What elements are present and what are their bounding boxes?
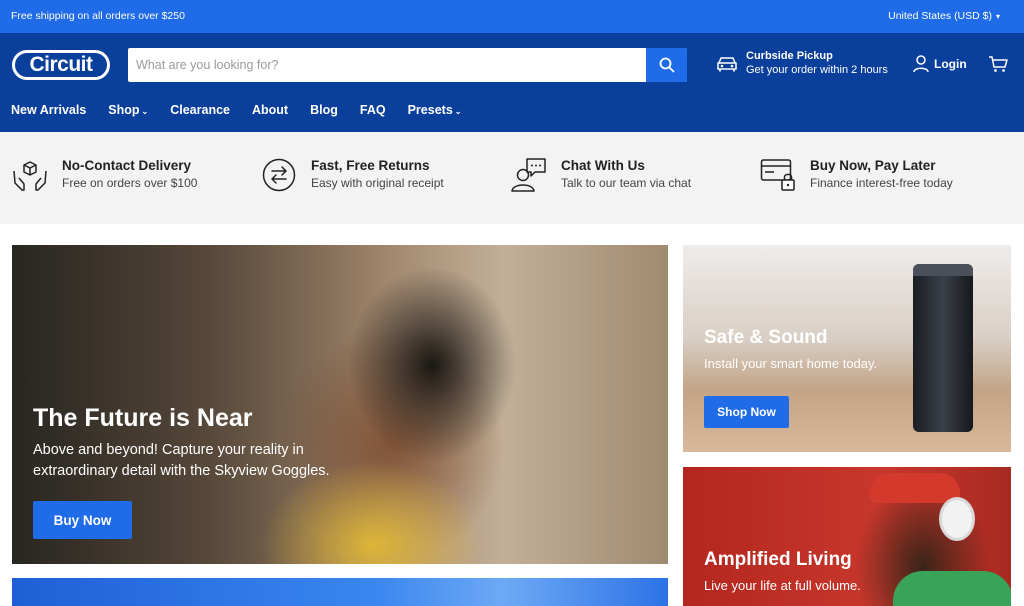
- shop-now-button[interactable]: Shop Now: [704, 396, 789, 428]
- nav-label: About: [252, 103, 289, 117]
- headphone-cup-image: [939, 497, 975, 541]
- nav-new-arrivals[interactable]: New Arrivals: [11, 103, 86, 117]
- nav-label: Clearance: [170, 103, 230, 117]
- promo-card-amplified-living[interactable]: Amplified Living Live your life at full …: [683, 467, 1011, 606]
- hero-title: The Future is Near: [33, 404, 253, 432]
- search-bar: [128, 48, 687, 82]
- cart-button[interactable]: [988, 55, 1008, 78]
- nav-presets[interactable]: Presets ⌄: [408, 103, 462, 117]
- feature-title: Chat With Us: [561, 158, 645, 173]
- nav-clearance[interactable]: Clearance: [170, 103, 230, 117]
- nav-label: New Arrivals: [11, 103, 87, 117]
- feature-item: Chat With Us Talk to our team via chat: [511, 157, 691, 193]
- curbside-pickup[interactable]: Curbside Pickup Get your order within 2 …: [716, 50, 888, 77]
- nav-about[interactable]: About: [252, 103, 288, 117]
- features-strip: No-Contact Delivery Free on orders over …: [0, 132, 1024, 224]
- search-icon: [659, 57, 674, 73]
- feature-subtitle: Easy with original receipt: [311, 176, 444, 190]
- feature-item: No-Contact Delivery Free on orders over …: [12, 157, 197, 193]
- promo-card-safe-sound[interactable]: Safe & Sound Install your smart home tod…: [683, 245, 1011, 452]
- feature-subtitle: Free on orders over $100: [62, 176, 198, 190]
- chevron-down-icon: ⌄: [141, 106, 149, 116]
- feature-item: Fast, Free Returns Easy with original re…: [261, 157, 444, 193]
- promo-title: Amplified Living: [704, 549, 852, 570]
- person-image: [893, 571, 1011, 606]
- secondary-banner[interactable]: [12, 578, 668, 606]
- feature-title: No-Contact Delivery: [62, 158, 192, 173]
- hero-content: The Future is Near Above and beyond! Cap…: [33, 403, 363, 482]
- hands-box-icon: [13, 161, 47, 191]
- hero-text: Above and beyond! Capture your reality i…: [33, 442, 330, 479]
- chevron-down-icon: ▾: [995, 11, 1000, 21]
- promo-content: Safe & Sound Install your smart home tod…: [704, 327, 877, 373]
- login-link[interactable]: Login: [913, 55, 967, 73]
- smart-speaker-image: [913, 264, 973, 432]
- promo-text: Install your smart home today.: [704, 356, 878, 371]
- site-header: Circuit Curbside Pickup Get your order w…: [0, 33, 1024, 132]
- chat-icon: [511, 158, 546, 192]
- search-input[interactable]: [128, 48, 646, 82]
- logo[interactable]: Circuit: [12, 50, 110, 80]
- card-lock-icon: [760, 159, 795, 191]
- feature-subtitle: Talk to our team via chat: [561, 176, 692, 190]
- chevron-down-icon: ⌄: [454, 106, 462, 116]
- promo-title: Safe & Sound: [704, 327, 828, 348]
- promo-content: Amplified Living Live your life at full …: [704, 549, 861, 595]
- hero-banner[interactable]: The Future is Near Above and beyond! Cap…: [12, 245, 668, 564]
- curbside-title: Curbside Pickup: [746, 50, 833, 62]
- nav-label: Blog: [310, 103, 338, 117]
- nav-shop[interactable]: Shop ⌄: [108, 103, 148, 117]
- region-label: United States (USD $): [888, 10, 992, 22]
- curbside-subtitle: Get your order within 2 hours: [746, 64, 888, 76]
- nav-faq[interactable]: FAQ: [360, 103, 386, 117]
- promo-text: Live your life at full volume.: [704, 578, 861, 593]
- nav-label: FAQ: [359, 103, 386, 117]
- announcement-bar: Free shipping on all orders over $250 Un…: [0, 0, 1024, 33]
- buy-now-button[interactable]: Buy Now: [33, 501, 132, 539]
- feature-subtitle: Finance interest-free today: [810, 176, 953, 190]
- headphones-image: [870, 473, 960, 503]
- car-icon: [717, 56, 737, 71]
- returns-icon: [262, 158, 296, 192]
- nav-label: Shop: [108, 103, 140, 117]
- feature-title: Buy Now, Pay Later: [810, 158, 936, 173]
- region-selector[interactable]: United States (USD $) ▾: [888, 10, 1000, 22]
- main-nav: New Arrivals Shop ⌄ Clearance About Blog …: [11, 103, 461, 117]
- nav-blog[interactable]: Blog: [310, 103, 338, 117]
- feature-title: Fast, Free Returns: [311, 158, 430, 173]
- user-icon: [913, 55, 929, 73]
- search-button[interactable]: [646, 48, 687, 82]
- login-label: Login: [934, 57, 967, 71]
- announcement-text: Free shipping on all orders over $250: [11, 10, 185, 22]
- nav-label: Presets: [407, 103, 453, 117]
- cart-icon: [989, 56, 1008, 72]
- feature-item: Buy Now, Pay Later Finance interest-free…: [760, 157, 953, 193]
